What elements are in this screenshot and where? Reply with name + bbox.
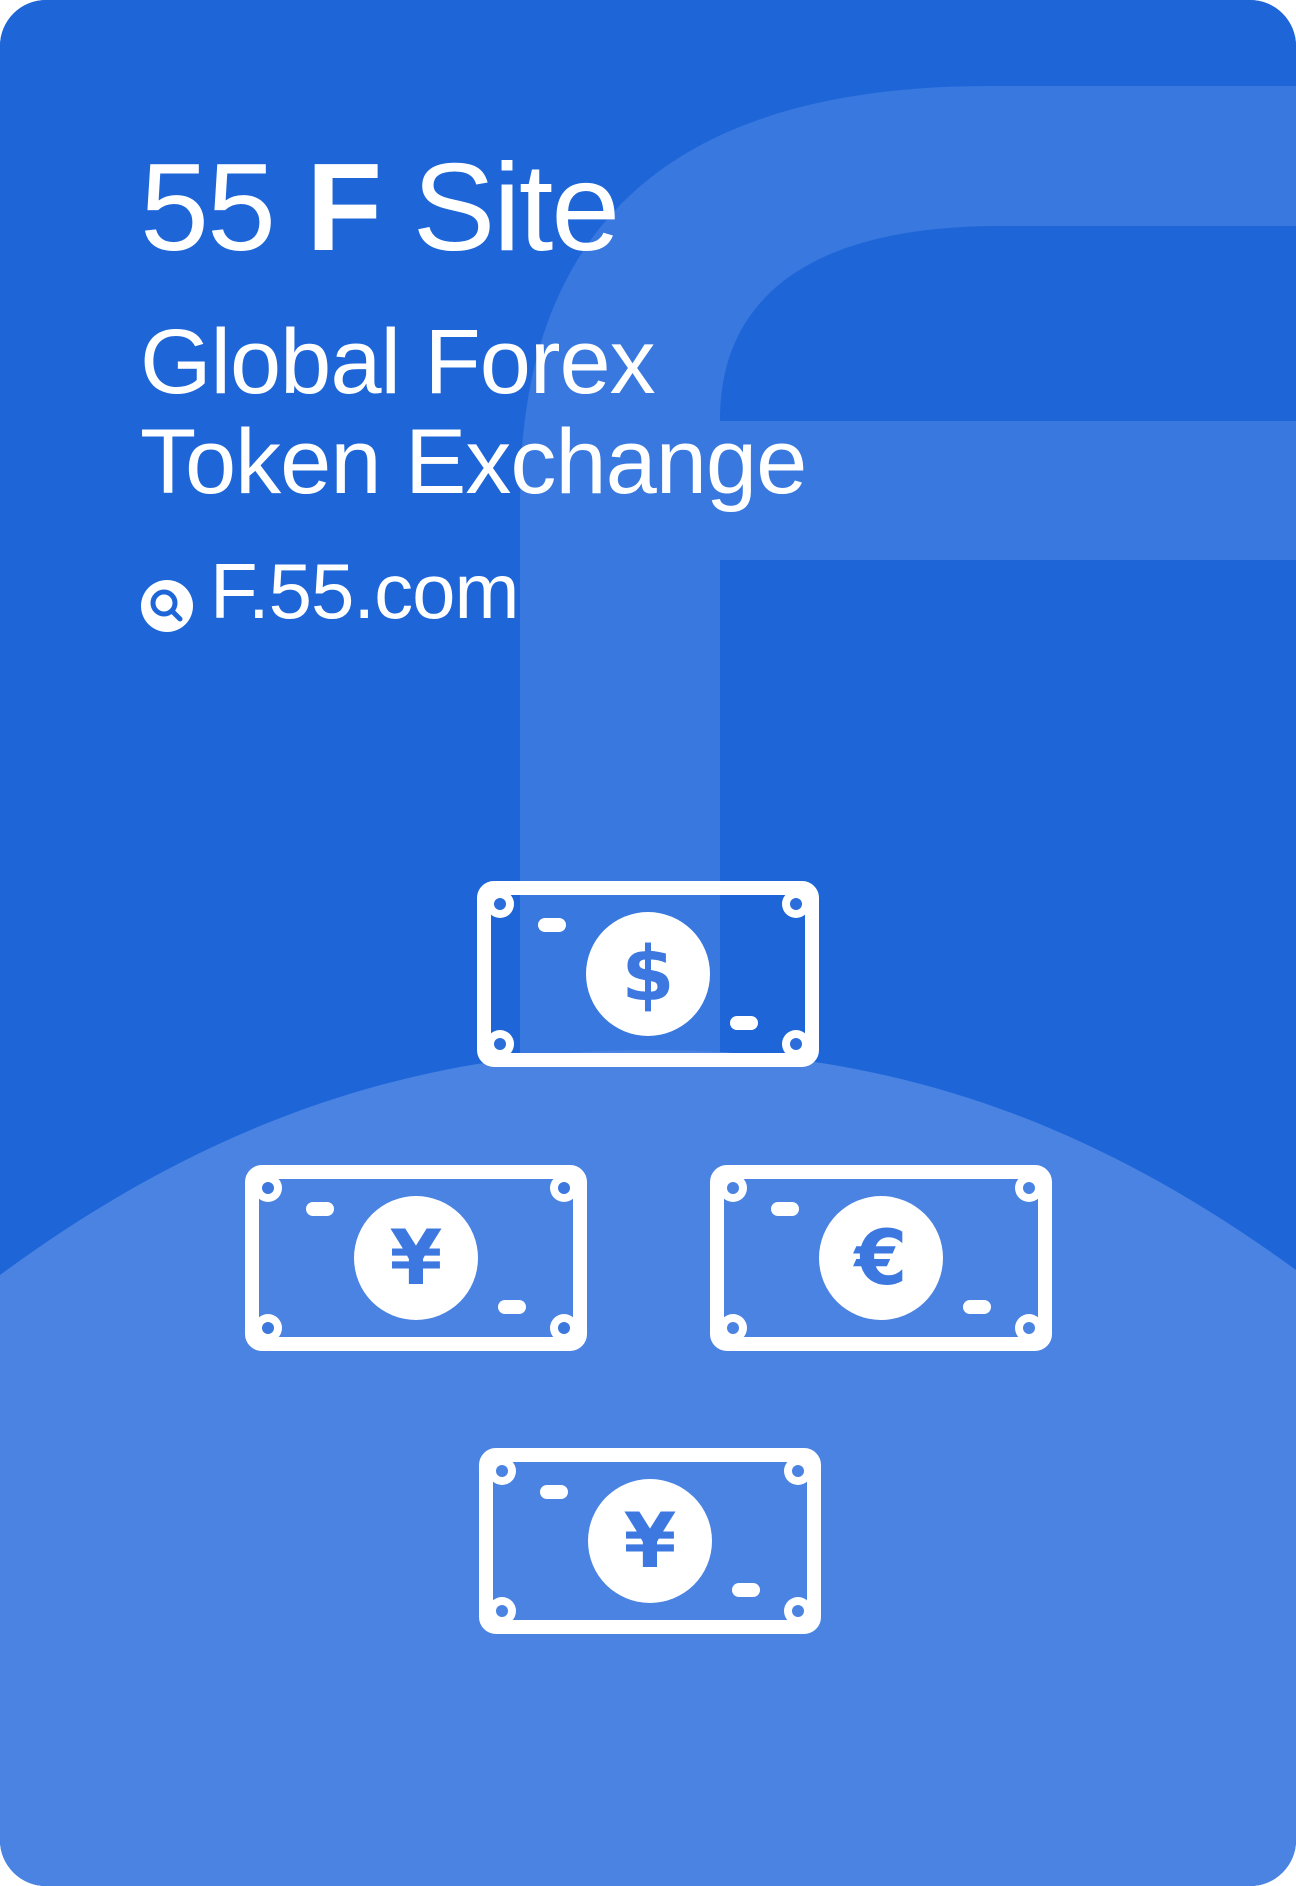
bill-yen: ¥ [244,1164,588,1352]
site-url[interactable]: F.55.com [210,552,519,630]
subtitle-line-2: Token Exchange [140,411,807,513]
site-link-row[interactable]: F.55.com [140,552,806,632]
title-brand-letter: F [306,139,382,277]
bill-yuan: ¥ [478,1447,822,1635]
euro-symbol-icon: € [854,1213,908,1302]
headline-block: 55 F Site Global Forex Token Exchange F.… [140,146,807,632]
subtitle: Global Forex Token Exchange [140,311,807,513]
page-title: 55 F Site [140,146,806,270]
yen-symbol-icon: ¥ [389,1213,443,1302]
promo-card: 55 F Site Global Forex Token Exchange F.… [0,0,1296,1886]
title-prefix: 55 [140,139,276,277]
subtitle-line-1: Global Forex [140,311,656,413]
dollar-symbol-icon: $ [621,929,675,1018]
title-suffix: Site [412,139,621,277]
search-icon [140,567,194,632]
bill-euro: € [709,1164,1053,1352]
bill-dollar: $ [476,880,820,1068]
yuan-symbol-icon: ¥ [623,1496,677,1585]
